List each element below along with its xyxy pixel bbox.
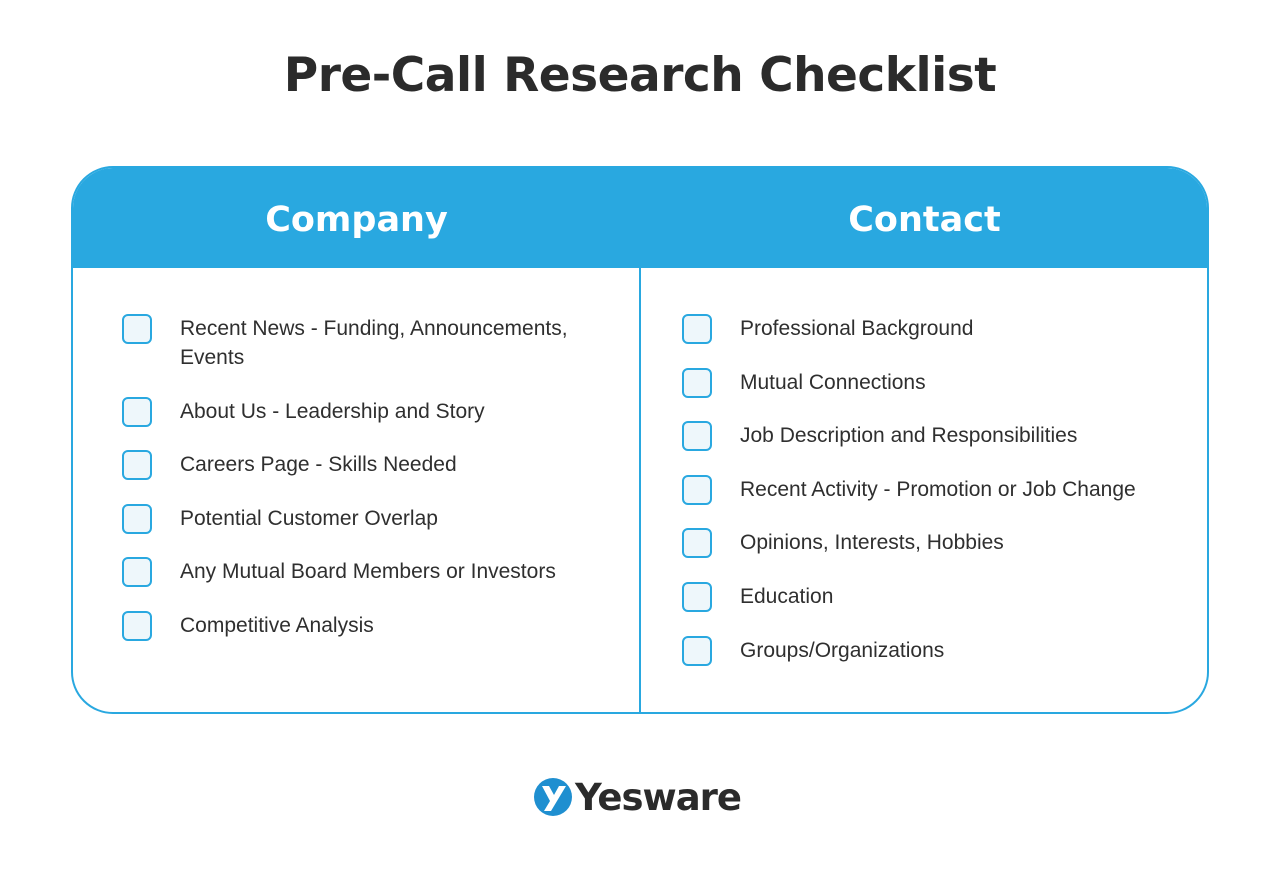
checklist-item-label: Recent Activity - Promotion or Job Chang… (740, 477, 1136, 501)
checklist-item[interactable]: Recent News - Funding, Announcements, Ev… (122, 314, 622, 372)
checkbox[interactable] (682, 581, 712, 612)
checklist-item[interactable]: Groups/Organizations (682, 635, 1202, 666)
checklist-item[interactable]: About Us - Leadership and Story (122, 396, 622, 427)
checklist-item[interactable]: Opinions, Interests, Hobbies (682, 528, 1202, 559)
checklist-item[interactable]: Education (682, 581, 1202, 612)
checklist-item[interactable]: Recent Activity - Promotion or Job Chang… (682, 474, 1202, 505)
logo-wordmark: Yesware (575, 775, 742, 819)
contact-checklist: Professional Background Mutual Connectio… (682, 314, 1202, 689)
checklist-item[interactable]: Careers Page - Skills Needed (122, 450, 622, 481)
checkbox[interactable] (122, 503, 152, 534)
checkbox[interactable] (122, 450, 152, 481)
checkbox[interactable] (682, 474, 712, 505)
checklist-item-label: Opinions, Interests, Hobbies (740, 531, 1004, 555)
column-heading-contact: Contact (848, 200, 1001, 240)
checkbox[interactable] (682, 314, 712, 344)
checkbox[interactable] (122, 557, 152, 588)
checkbox[interactable] (682, 528, 712, 559)
checklist-item-label: Groups/Organizations (740, 638, 945, 662)
checklist-item-label: Competitive Analysis (180, 613, 374, 637)
checklist-item-label: Professional Background (740, 317, 974, 340)
checklist-item[interactable]: Any Mutual Board Members or Investors (122, 557, 622, 588)
checklist-table: Company Contact Recent News - Funding, A… (71, 166, 1209, 714)
page-title: Pre-Call Research Checklist (283, 48, 997, 103)
checkbox[interactable] (122, 314, 152, 344)
checkbox[interactable] (682, 635, 712, 666)
checklist-item-label: Mutual Connections (740, 370, 926, 394)
checklist-item-label: Potential Customer Overlap (180, 506, 438, 530)
checklist-item-label: Careers Page - Skills Needed (180, 453, 457, 477)
checkbox[interactable] (682, 367, 712, 398)
checkbox[interactable] (122, 610, 152, 641)
checklist-item[interactable]: Competitive Analysis (122, 610, 622, 641)
column-heading-company: Company (265, 200, 448, 240)
checklist-item[interactable]: Professional Background (682, 314, 1202, 344)
checklist-item[interactable]: Potential Customer Overlap (122, 503, 622, 534)
checkbox[interactable] (122, 396, 152, 427)
checklist-item[interactable]: Job Description and Responsibilities (682, 421, 1202, 452)
checklist-item-label: Education (740, 584, 834, 608)
checkbox[interactable] (682, 421, 712, 452)
yesware-logo: Yesware (533, 775, 742, 819)
checklist-item-label: Recent News - Funding, Announcements, Ev… (180, 317, 568, 369)
checklist-item-label: Job Description and Responsibilities (740, 424, 1078, 448)
company-checklist: Recent News - Funding, Announcements, Ev… (122, 314, 622, 665)
checklist-item-label: About Us - Leadership and Story (180, 399, 485, 423)
yesware-y-icon (534, 778, 572, 816)
checklist-item-label: Any Mutual Board Members or Investors (180, 560, 556, 584)
checklist-item[interactable]: Mutual Connections (682, 367, 1202, 398)
